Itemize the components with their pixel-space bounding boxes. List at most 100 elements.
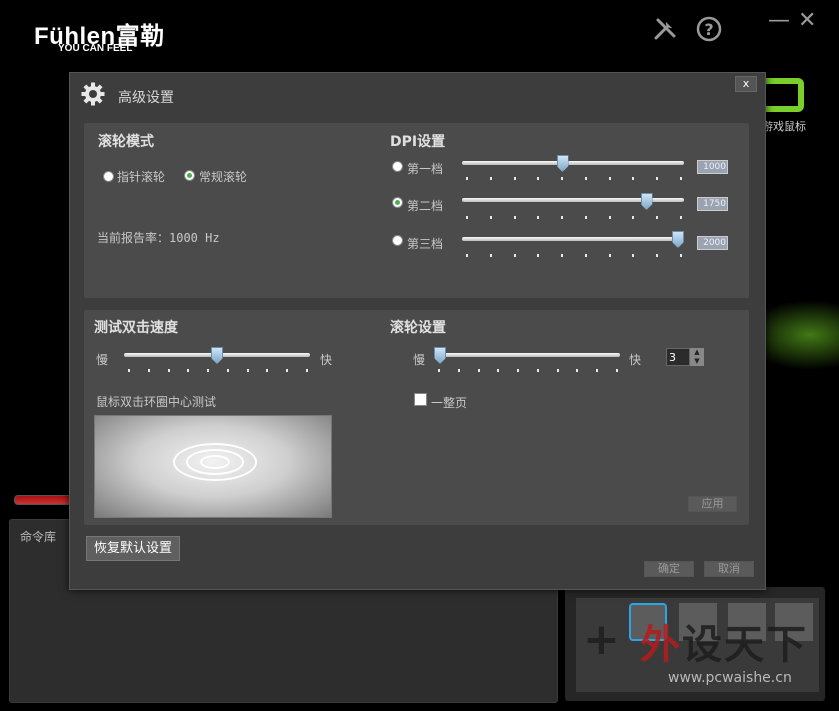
slider-tick — [632, 254, 635, 257]
full-page-checkbox[interactable] — [414, 393, 427, 406]
wheel-slow-label: 慢 — [413, 353, 426, 367]
double-click-ticks — [128, 369, 308, 373]
dpi-level-1-label: 第一档 — [407, 162, 444, 176]
slider-tick — [207, 369, 210, 372]
normal-scroll-radio[interactable] — [184, 170, 195, 181]
slider-tick — [513, 254, 516, 257]
help-icon-graphic: ? — [696, 16, 722, 42]
slider-tick — [656, 177, 659, 180]
spin-up-icon[interactable]: ▲ — [690, 348, 704, 357]
product-label: 游戏鼠标 — [762, 120, 806, 133]
dpi-level-1-radio[interactable] — [392, 161, 403, 172]
wheel-settings-heading: 滚轮设置 — [390, 320, 446, 336]
slider-tick — [584, 216, 587, 219]
slider-tick — [513, 177, 516, 180]
full-page-label: 一整页 — [431, 396, 468, 410]
slider-tick — [226, 369, 229, 372]
slider-tick — [576, 369, 579, 372]
wheel-fast-label: 快 — [629, 353, 642, 367]
double-click-test-label: 鼠标双击环圈中心测试 — [96, 395, 217, 409]
report-rate-text: 当前报告率：1000 Hz — [97, 231, 220, 245]
slider-tick — [517, 369, 520, 372]
brand-tagline: YOU CAN FEEL — [58, 43, 133, 54]
slider-tick — [616, 369, 618, 372]
slider-tick — [266, 369, 269, 372]
slider-tick — [167, 369, 170, 372]
slider-tick — [561, 254, 564, 257]
slider-tick — [147, 369, 150, 372]
slider-tick — [497, 369, 500, 372]
slider-tick — [286, 369, 289, 372]
watermark-accent: 外 — [640, 622, 682, 668]
watermark-main: 设天下 — [682, 622, 808, 668]
slider-tick — [246, 369, 249, 372]
slider-tick — [561, 177, 564, 180]
dpi-level-1-slider-track[interactable] — [462, 161, 684, 165]
slider-tick — [632, 216, 635, 219]
app-close-button[interactable]: ✕ — [798, 8, 816, 34]
slider-tick — [656, 216, 659, 219]
product-logo — [760, 78, 804, 112]
wheel-ticks — [438, 369, 618, 373]
double-click-slow-label: 慢 — [96, 353, 109, 367]
restore-defaults-button[interactable]: 恢复默认设置 — [86, 536, 180, 561]
slider-tick — [680, 254, 682, 257]
slider-tick — [584, 177, 587, 180]
add-icon[interactable]: + — [583, 618, 620, 662]
slider-tick — [556, 369, 559, 372]
apply-button[interactable]: 应用 — [688, 496, 737, 512]
slider-tick — [680, 177, 682, 180]
svg-text:?: ? — [704, 20, 713, 39]
slider-tick — [608, 254, 611, 257]
red-indicator-bar — [14, 495, 76, 505]
slider-tick — [537, 177, 540, 180]
slider-tick — [466, 254, 468, 257]
slider-tick — [489, 216, 492, 219]
minimize-button[interactable]: — — [768, 8, 790, 34]
slider-tick — [537, 254, 540, 257]
dpi-level-2-ticks — [466, 216, 682, 220]
help-icon[interactable]: ? — [696, 16, 722, 47]
slider-tick — [584, 254, 587, 257]
dpi-level-3-slider-track[interactable] — [462, 237, 684, 241]
dpi-level-2-label: 第二档 — [407, 199, 444, 213]
dpi-level-2-radio[interactable] — [392, 197, 403, 208]
slider-tick — [608, 216, 611, 219]
dpi-heading: DPI设置 — [390, 134, 446, 150]
wheel-lines-input[interactable]: 3 — [666, 348, 690, 366]
dialog-close-button[interactable]: x — [735, 76, 757, 92]
slider-tick — [608, 177, 611, 180]
dpi-level-3-radio[interactable] — [392, 235, 403, 246]
dpi-level-3-value: 2000 — [697, 236, 728, 250]
ok-button[interactable]: 确定 — [644, 561, 694, 577]
wheel-slider-track[interactable] — [434, 353, 620, 357]
spin-down-icon[interactable]: ▼ — [690, 357, 704, 366]
slider-tick — [489, 177, 492, 180]
cancel-button[interactable]: 取消 — [704, 561, 754, 577]
dpi-level-1-value: 1000 — [697, 160, 728, 174]
slider-tick — [187, 369, 190, 372]
slider-tick — [536, 369, 539, 372]
dpi-level-3-label: 第三档 — [407, 237, 444, 251]
double-click-fast-label: 快 — [320, 353, 333, 367]
watermark-url: www.pcwaishe.cn — [668, 670, 792, 686]
slider-tick — [513, 216, 516, 219]
slider-tick — [466, 177, 468, 180]
slider-tick — [438, 369, 440, 372]
normal-scroll-label: 常规滚轮 — [199, 170, 248, 184]
tools-icon[interactable] — [652, 16, 678, 47]
double-click-heading: 测试双击速度 — [94, 320, 178, 336]
watermark-logo: 外设天下 — [640, 612, 808, 670]
slider-tick — [457, 369, 460, 372]
pointer-scroll-radio[interactable] — [103, 171, 114, 182]
tools-icon-graphic — [654, 18, 676, 40]
dpi-level-1-ticks — [466, 177, 682, 181]
slider-tick — [466, 216, 468, 219]
slider-tick — [561, 216, 564, 219]
dpi-level-3-ticks — [466, 254, 682, 258]
slider-tick — [632, 177, 635, 180]
slider-tick — [656, 254, 659, 257]
dpi-level-2-value: 1750 — [697, 197, 728, 211]
double-click-test-area[interactable] — [94, 415, 332, 518]
slider-tick — [128, 369, 130, 372]
